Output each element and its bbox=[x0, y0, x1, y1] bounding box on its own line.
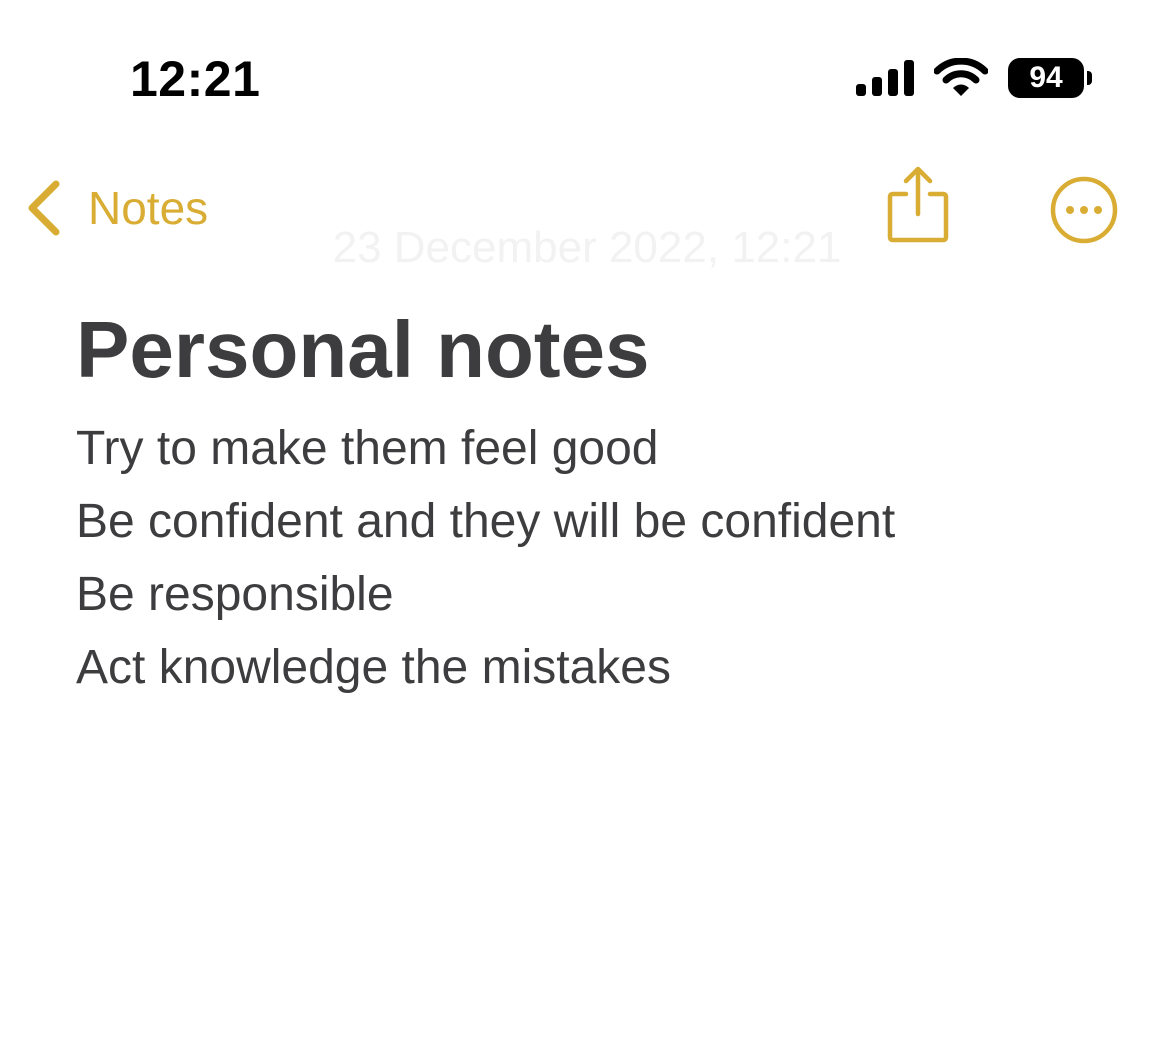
note-line[interactable]: Act knowledge the mistakes bbox=[76, 631, 895, 704]
status-time: 12:21 bbox=[130, 51, 261, 107]
battery-tip bbox=[1087, 71, 1092, 85]
note-body[interactable]: Try to make them feel good Be confident … bbox=[76, 412, 895, 704]
battery-level: 94 bbox=[1029, 61, 1063, 94]
back-button[interactable]: Notes bbox=[24, 170, 208, 246]
ellipsis-circle-icon[interactable] bbox=[1048, 174, 1120, 246]
wifi-icon bbox=[934, 58, 988, 96]
note-line[interactable]: Be confident and they will be confident bbox=[76, 485, 895, 558]
share-icon[interactable] bbox=[884, 164, 952, 246]
note-line[interactable]: Try to make them feel good bbox=[76, 412, 895, 485]
note-date: 23 December 2022, 12:21 bbox=[332, 223, 842, 272]
signal-icon bbox=[856, 60, 914, 96]
status-indicators: 94 bbox=[856, 56, 1096, 100]
note-title[interactable]: Personal notes bbox=[76, 302, 650, 398]
back-label: Notes bbox=[88, 182, 209, 234]
note-line[interactable]: Be responsible bbox=[76, 558, 895, 631]
chevron-left-icon bbox=[28, 180, 60, 236]
battery-icon: 94 bbox=[1008, 58, 1084, 98]
